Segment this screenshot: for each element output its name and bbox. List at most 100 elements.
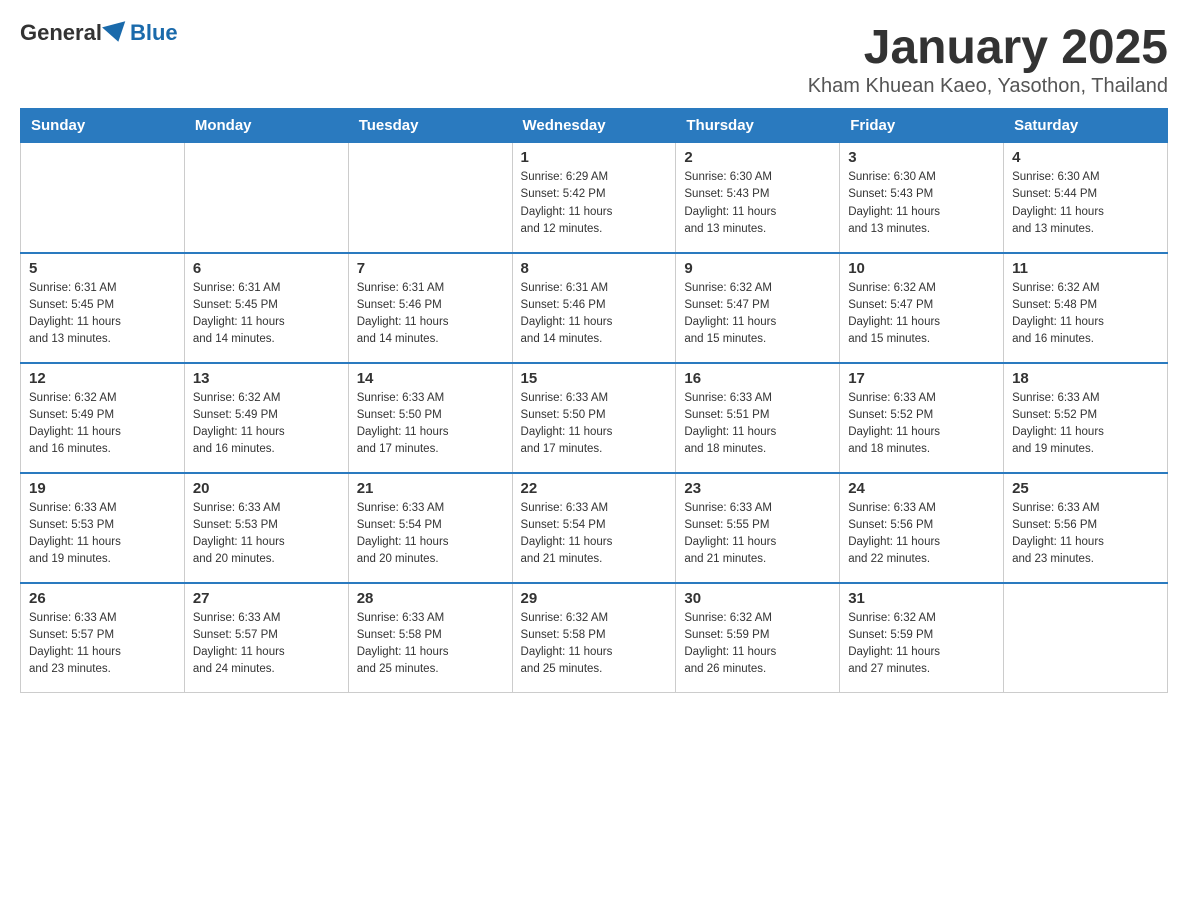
day-number: 1 (521, 149, 668, 166)
day-number: 25 (1012, 480, 1159, 497)
calendar-cell: 3 Sunrise: 6:30 AM Sunset: 5:43 PM Daylig… (840, 143, 1004, 253)
day-of-week-header: Monday (184, 109, 348, 143)
page-header: General Blue January 2025 Kham Khuean Ka… (20, 20, 1168, 98)
day-number: 21 (357, 480, 504, 497)
day-info: Sunrise: 6:33 AM Sunset: 5:50 PM Dayligh… (357, 390, 504, 459)
day-number: 22 (521, 480, 668, 497)
day-number: 5 (29, 260, 176, 277)
calendar-cell: 11 Sunrise: 6:32 AM Sunset: 5:48 PM Dayli… (1004, 253, 1168, 363)
day-info: Sunrise: 6:31 AM Sunset: 5:46 PM Dayligh… (357, 280, 504, 349)
day-of-week-header: Friday (840, 109, 1004, 143)
day-info: Sunrise: 6:30 AM Sunset: 5:43 PM Dayligh… (684, 169, 831, 238)
day-info: Sunrise: 6:32 AM Sunset: 5:47 PM Dayligh… (848, 280, 995, 349)
calendar-cell: 12Sunrise: 6:32 AM Sunset: 5:49 PM Dayli… (21, 363, 185, 473)
day-info: Sunrise: 6:33 AM Sunset: 5:58 PM Dayligh… (357, 610, 504, 679)
calendar-cell: 22 Sunrise: 6:33 AM Sunset: 5:54 PM Dayli… (512, 473, 676, 583)
day-number: 26 (29, 590, 176, 607)
calendar-cell: 29 Sunrise: 6:32 AM Sunset: 5:58 PM Dayli… (512, 583, 676, 693)
calendar-cell: 16 Sunrise: 6:33 AM Sunset: 5:51 PM Dayli… (676, 363, 840, 473)
day-of-week-header: Saturday (1004, 109, 1168, 143)
day-info: Sunrise: 6:33 AM Sunset: 5:51 PM Dayligh… (684, 390, 831, 459)
day-number: 7 (357, 260, 504, 277)
calendar-cell: 4Sunrise: 6:30 AM Sunset: 5:44 PM Daylig… (1004, 143, 1168, 253)
logo-blue-text: Blue (130, 20, 178, 46)
calendar-cell: 23 Sunrise: 6:33 AM Sunset: 5:55 PM Dayli… (676, 473, 840, 583)
calendar-cell (1004, 583, 1168, 693)
calendar-table: SundayMondayTuesdayWednesdayThursdayFrid… (20, 108, 1168, 693)
day-info: Sunrise: 6:33 AM Sunset: 5:57 PM Dayligh… (193, 610, 340, 679)
calendar-week-row: 5 Sunrise: 6:31 AM Sunset: 5:45 PM Daylig… (21, 253, 1168, 363)
day-of-week-header: Tuesday (348, 109, 512, 143)
day-info: Sunrise: 6:32 AM Sunset: 5:49 PM Dayligh… (29, 390, 176, 459)
day-info: Sunrise: 6:32 AM Sunset: 5:58 PM Dayligh… (521, 610, 668, 679)
logo: General Blue (20, 20, 178, 46)
calendar-cell: 26 Sunrise: 6:33 AM Sunset: 5:57 PM Dayli… (21, 583, 185, 693)
day-info: Sunrise: 6:31 AM Sunset: 5:45 PM Dayligh… (193, 280, 340, 349)
day-info: Sunrise: 6:33 AM Sunset: 5:54 PM Dayligh… (521, 500, 668, 569)
day-number: 31 (848, 590, 995, 607)
day-number: 16 (684, 370, 831, 387)
day-number: 3 (848, 149, 995, 166)
day-number: 17 (848, 370, 995, 387)
day-info: Sunrise: 6:33 AM Sunset: 5:53 PM Dayligh… (193, 500, 340, 569)
calendar-week-row: 26 Sunrise: 6:33 AM Sunset: 5:57 PM Dayli… (21, 583, 1168, 693)
day-number: 6 (193, 260, 340, 277)
calendar-cell: 27 Sunrise: 6:33 AM Sunset: 5:57 PM Dayli… (184, 583, 348, 693)
day-info: Sunrise: 6:32 AM Sunset: 5:48 PM Dayligh… (1012, 280, 1159, 349)
calendar-cell: 15 Sunrise: 6:33 AM Sunset: 5:50 PM Dayli… (512, 363, 676, 473)
day-of-week-header: Thursday (676, 109, 840, 143)
calendar-cell: 20 Sunrise: 6:33 AM Sunset: 5:53 PM Dayli… (184, 473, 348, 583)
calendar-cell: 9 Sunrise: 6:32 AM Sunset: 5:47 PM Daylig… (676, 253, 840, 363)
day-number: 19 (29, 480, 176, 497)
calendar-cell: 6 Sunrise: 6:31 AM Sunset: 5:45 PM Daylig… (184, 253, 348, 363)
calendar-cell: 24Sunrise: 6:33 AM Sunset: 5:56 PM Dayli… (840, 473, 1004, 583)
day-number: 4 (1012, 149, 1159, 166)
calendar-cell (21, 143, 185, 253)
day-info: Sunrise: 6:33 AM Sunset: 5:54 PM Dayligh… (357, 500, 504, 569)
calendar-cell: 1 Sunrise: 6:29 AM Sunset: 5:42 PM Daylig… (512, 143, 676, 253)
day-number: 30 (684, 590, 831, 607)
day-number: 29 (521, 590, 668, 607)
day-number: 2 (684, 149, 831, 166)
calendar-cell: 2 Sunrise: 6:30 AM Sunset: 5:43 PM Daylig… (676, 143, 840, 253)
calendar-cell: 18Sunrise: 6:33 AM Sunset: 5:52 PM Dayli… (1004, 363, 1168, 473)
day-number: 8 (521, 260, 668, 277)
day-number: 27 (193, 590, 340, 607)
calendar-cell: 7 Sunrise: 6:31 AM Sunset: 5:46 PM Daylig… (348, 253, 512, 363)
day-of-week-header: Sunday (21, 109, 185, 143)
day-info: Sunrise: 6:30 AM Sunset: 5:43 PM Dayligh… (848, 169, 995, 238)
day-info: Sunrise: 6:29 AM Sunset: 5:42 PM Dayligh… (521, 169, 668, 238)
day-info: Sunrise: 6:32 AM Sunset: 5:47 PM Dayligh… (684, 280, 831, 349)
day-info: Sunrise: 6:33 AM Sunset: 5:50 PM Dayligh… (521, 390, 668, 459)
calendar-cell: 19 Sunrise: 6:33 AM Sunset: 5:53 PM Dayli… (21, 473, 185, 583)
day-info: Sunrise: 6:32 AM Sunset: 5:59 PM Dayligh… (684, 610, 831, 679)
calendar-cell (348, 143, 512, 253)
day-number: 18 (1012, 370, 1159, 387)
calendar-cell: 13Sunrise: 6:32 AM Sunset: 5:49 PM Dayli… (184, 363, 348, 473)
calendar-cell: 14Sunrise: 6:33 AM Sunset: 5:50 PM Dayli… (348, 363, 512, 473)
day-number: 9 (684, 260, 831, 277)
day-info: Sunrise: 6:33 AM Sunset: 5:52 PM Dayligh… (848, 390, 995, 459)
calendar-week-row: 1 Sunrise: 6:29 AM Sunset: 5:42 PM Daylig… (21, 143, 1168, 253)
day-number: 23 (684, 480, 831, 497)
day-number: 20 (193, 480, 340, 497)
calendar-cell: 21 Sunrise: 6:33 AM Sunset: 5:54 PM Dayli… (348, 473, 512, 583)
day-number: 13 (193, 370, 340, 387)
logo-triangle-icon (102, 21, 130, 45)
calendar-cell (184, 143, 348, 253)
calendar-header-row: SundayMondayTuesdayWednesdayThursdayFrid… (21, 109, 1168, 143)
day-number: 15 (521, 370, 668, 387)
calendar-cell: 10Sunrise: 6:32 AM Sunset: 5:47 PM Dayli… (840, 253, 1004, 363)
calendar-cell: 5 Sunrise: 6:31 AM Sunset: 5:45 PM Daylig… (21, 253, 185, 363)
day-info: Sunrise: 6:33 AM Sunset: 5:57 PM Dayligh… (29, 610, 176, 679)
calendar-week-row: 19 Sunrise: 6:33 AM Sunset: 5:53 PM Dayli… (21, 473, 1168, 583)
day-number: 28 (357, 590, 504, 607)
calendar-cell: 17 Sunrise: 6:33 AM Sunset: 5:52 PM Dayli… (840, 363, 1004, 473)
day-number: 11 (1012, 260, 1159, 277)
day-of-week-header: Wednesday (512, 109, 676, 143)
day-info: Sunrise: 6:33 AM Sunset: 5:56 PM Dayligh… (848, 500, 995, 569)
calendar-cell: 31Sunrise: 6:32 AM Sunset: 5:59 PM Dayli… (840, 583, 1004, 693)
day-info: Sunrise: 6:31 AM Sunset: 5:45 PM Dayligh… (29, 280, 176, 349)
day-info: Sunrise: 6:33 AM Sunset: 5:55 PM Dayligh… (684, 500, 831, 569)
day-info: Sunrise: 6:33 AM Sunset: 5:53 PM Dayligh… (29, 500, 176, 569)
